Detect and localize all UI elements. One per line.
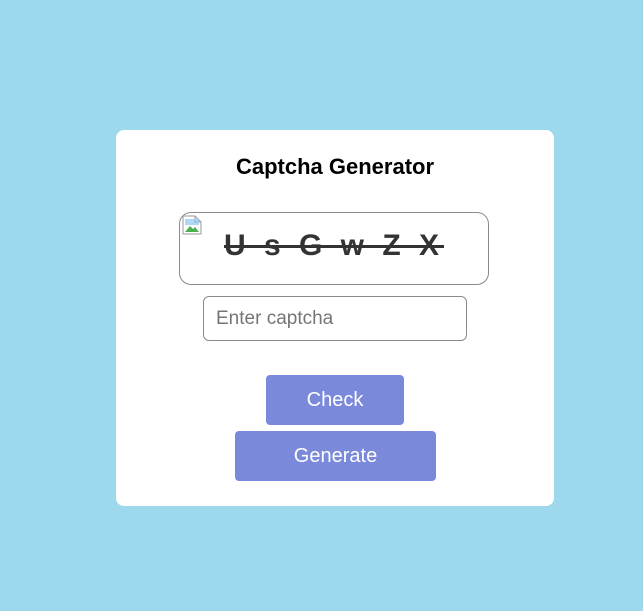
captcha-display: U s G w Z X [179,212,489,285]
generate-button[interactable]: Generate [235,431,436,481]
captcha-input[interactable] [203,296,467,341]
page-title: Captcha Generator [235,154,435,179]
check-button[interactable]: Check [266,375,404,425]
captcha-text: U s G w Z X [223,229,445,262]
captcha-card: Captcha Generator U s G w Z X Check Gene… [116,130,554,506]
